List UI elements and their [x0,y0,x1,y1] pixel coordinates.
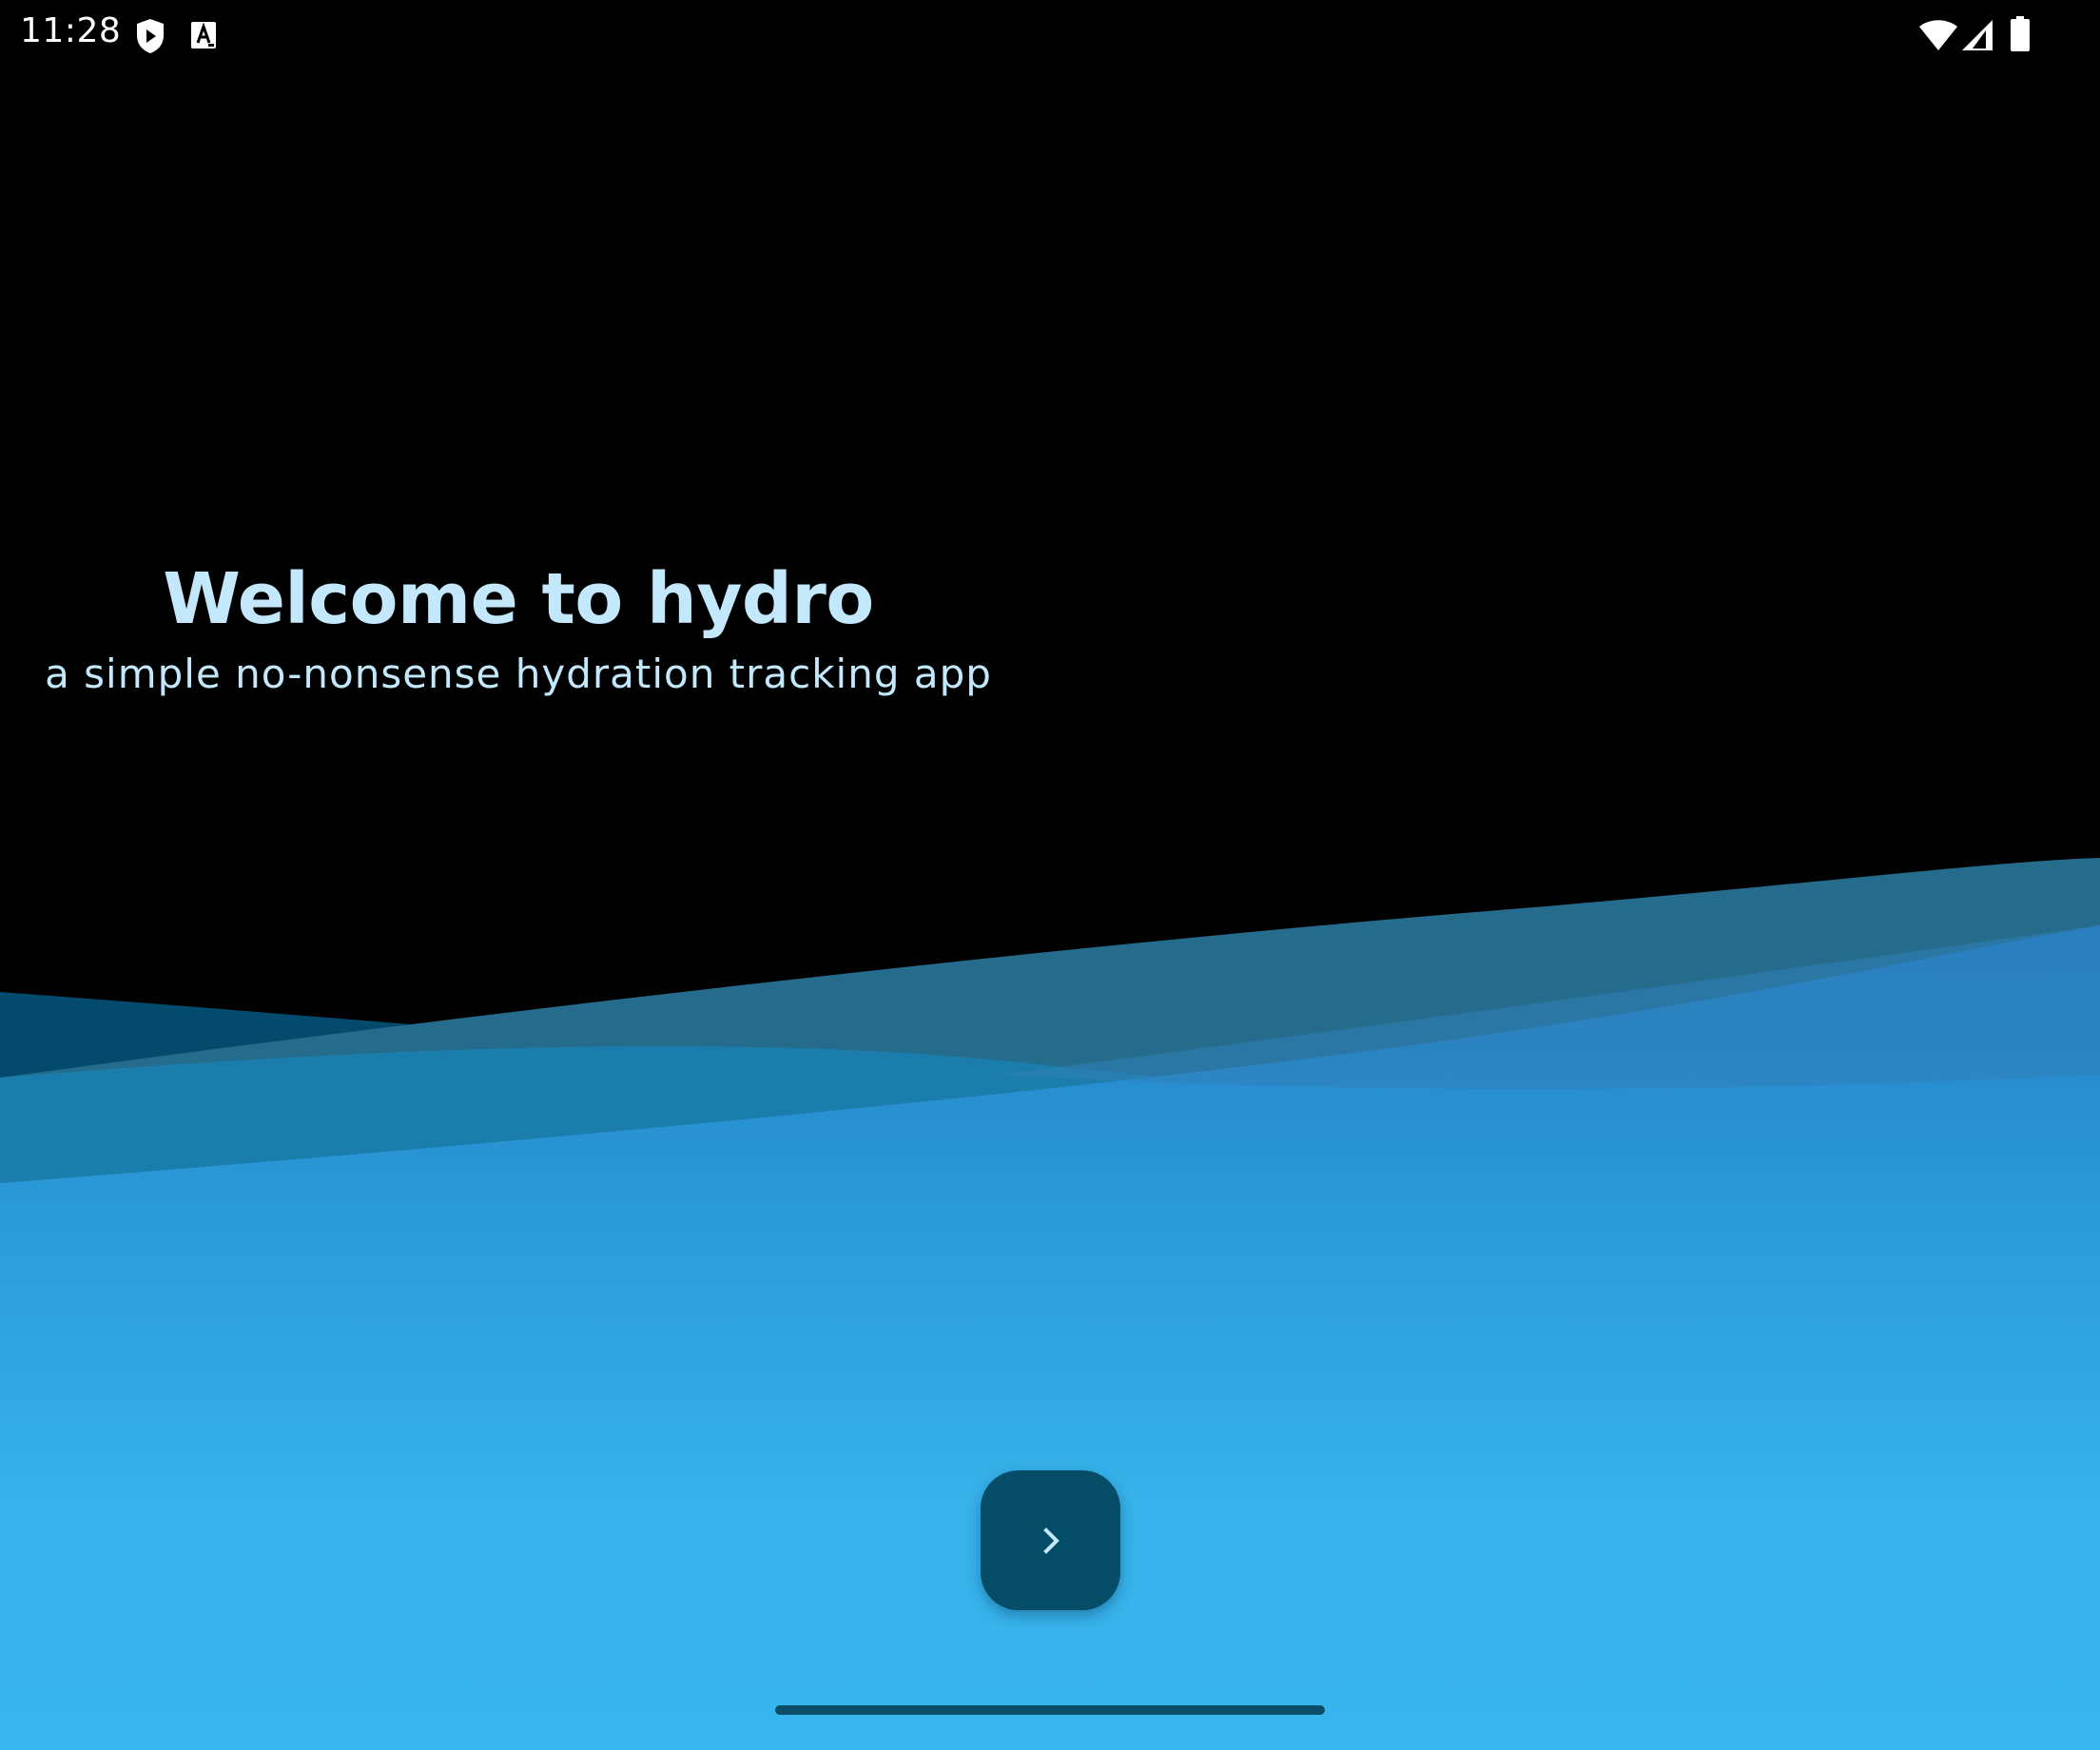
welcome-subtitle: a simple no-nonsense hydration tracking … [45,651,992,697]
onboarding-screen: 11:28 Welcome to hydro a simple no-nonse… [0,0,2100,1750]
status-time: 11:28 [20,11,122,50]
font-a-icon [191,22,216,49]
home-gesture-bar[interactable] [775,1705,1325,1715]
wifi-icon [1919,20,1957,50]
chevron-right-icon [1042,1526,1060,1554]
shield-play-icon [137,19,164,53]
battery-icon [2011,16,2030,51]
welcome-section: Welcome to hydro a simple no-nonsense hy… [0,547,1037,701]
signal-icon [1962,20,1993,50]
welcome-title: Welcome to hydro [163,558,874,640]
next-button[interactable] [981,1470,1120,1610]
status-bar: 11:28 [0,0,2100,72]
